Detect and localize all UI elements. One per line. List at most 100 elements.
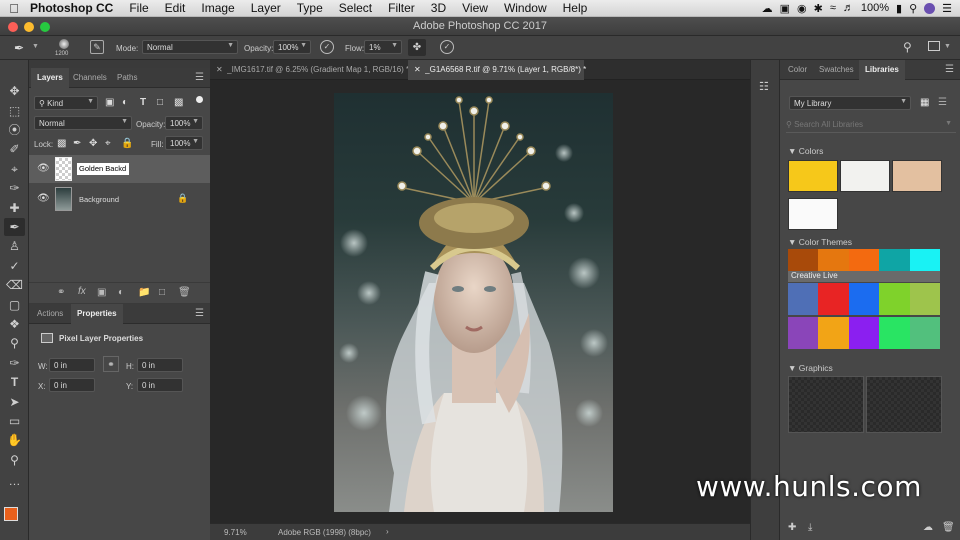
theme-color-swatch[interactable] <box>788 317 819 349</box>
trash-icon[interactable]: 🗑 <box>942 522 955 533</box>
library-select[interactable]: My Library ▼ <box>789 96 911 110</box>
user-avatar[interactable] <box>924 2 936 14</box>
status-chevron-right-icon[interactable]: › <box>386 527 389 536</box>
tab-color[interactable]: Color <box>782 60 813 80</box>
layer-filter-kind[interactable]: ⚲ Kind ▼ <box>34 96 98 110</box>
filter-pixel-icon[interactable]: ▣ <box>105 97 114 108</box>
menu-image[interactable]: Image <box>193 1 242 15</box>
cloud-sync-icon[interactable]: ☁ <box>923 522 933 533</box>
display-icon[interactable]: ▣ <box>780 2 790 15</box>
search-icon[interactable]: ⚲ <box>909 2 917 15</box>
fill-field[interactable]: 100% ▼ <box>165 136 203 150</box>
type-tool-icon[interactable]: T <box>4 373 25 391</box>
grid-view-icon[interactable]: ▦ <box>920 97 932 109</box>
theme-color-swatch[interactable] <box>879 317 910 349</box>
fx-icon[interactable]: fx <box>78 286 86 297</box>
crop-tool-icon[interactable]: ⌖ <box>4 160 25 178</box>
filter-toggle-icon[interactable] <box>196 96 203 103</box>
layer-row-background[interactable]: 👁 Background 🔒 <box>29 185 210 213</box>
cc-icon[interactable]: ☁ <box>762 2 773 15</box>
filter-adjustment-icon[interactable]: ◐ <box>122 97 128 108</box>
rectangle-tool-icon[interactable]: ▭ <box>4 412 25 430</box>
menu-window[interactable]: Window <box>496 1 555 15</box>
group-folder-icon[interactable]: 📁 <box>138 287 150 298</box>
tool-preset-chevron-icon[interactable]: ▼ <box>32 43 39 50</box>
menu-view[interactable]: View <box>454 1 496 15</box>
visibility-eye-icon[interactable]: 👁 <box>37 163 50 174</box>
bluetooth-icon[interactable]: ✱ <box>814 2 823 15</box>
dodge-tool-icon[interactable]: ⚲ <box>4 334 25 352</box>
filter-type-icon[interactable]: T <box>140 97 146 108</box>
lock-position-icon[interactable]: ✥ <box>89 138 97 149</box>
menu-app-name[interactable]: Photoshop CC <box>28 1 121 15</box>
theme-color-swatch[interactable] <box>909 283 940 315</box>
lock-all-icon[interactable]: 🔒 <box>121 138 133 149</box>
foreground-color-swatch[interactable] <box>4 507 18 521</box>
menu-list-icon[interactable]: ☰ <box>942 2 952 15</box>
menu-type[interactable]: Type <box>289 1 331 15</box>
link-dimensions-icon[interactable]: ⚭ <box>103 356 119 372</box>
pressure-opacity-icon[interactable]: ✓ <box>320 40 334 54</box>
menu-3d[interactable]: 3D <box>423 1 454 15</box>
document-tab-img1617[interactable]: ✕ _IMG1617.tif @ 6.25% (Gradient Map 1, … <box>210 60 412 80</box>
chevron-down-icon[interactable]: ▼ <box>944 43 951 50</box>
theme-color-swatch[interactable] <box>909 317 940 349</box>
more-tools-icon[interactable]: … <box>4 472 25 490</box>
trash-icon[interactable]: 🗑 <box>178 287 191 298</box>
graphics-section-header[interactable]: ▼ Graphics <box>788 363 833 373</box>
filter-smart-object-icon[interactable]: ▩ <box>174 97 183 108</box>
panel-menu-icon[interactable]: ☰ <box>945 64 954 75</box>
tab-channels[interactable]: Channels <box>67 68 113 88</box>
link-layers-icon[interactable]: ⚭ <box>57 287 65 298</box>
new-layer-icon[interactable]: □ <box>159 287 165 298</box>
menu-filter[interactable]: Filter <box>380 1 423 15</box>
wifi-icon[interactable]: ≈ <box>830 2 836 14</box>
path-select-tool-icon[interactable]: ➤ <box>4 393 25 411</box>
menu-file[interactable]: File <box>121 1 156 15</box>
tab-actions[interactable]: Actions <box>31 304 69 324</box>
visibility-eye-icon[interactable]: 👁 <box>37 193 50 204</box>
library-color-swatch[interactable] <box>892 160 942 192</box>
eyedropper-tool-icon[interactable]: ✑ <box>4 179 25 197</box>
close-icon[interactable]: ✕ <box>414 65 425 74</box>
menu-help[interactable]: Help <box>555 1 596 15</box>
search-icon[interactable]: ⚲ <box>903 40 912 54</box>
clone-stamp-tool-icon[interactable]: ♙ <box>4 237 25 255</box>
tab-swatches[interactable]: Swatches <box>813 60 860 80</box>
upload-icon[interactable]: ⤓ <box>808 522 812 533</box>
theme-color-swatch[interactable] <box>818 249 849 271</box>
width-field[interactable]: 0 in <box>49 358 95 372</box>
eraser-tool-icon[interactable]: ⌫ <box>4 276 25 294</box>
theme-color-swatch[interactable] <box>818 283 849 315</box>
lasso-tool-icon[interactable]: ⦿ <box>4 121 25 139</box>
workspace-icon[interactable] <box>928 41 940 51</box>
add-mask-icon[interactable]: ▣ <box>97 287 106 298</box>
marquee-tool-icon[interactable]: ⬚ <box>4 102 25 120</box>
theme-color-swatch[interactable] <box>879 283 910 315</box>
add-content-icon[interactable]: ✚ <box>788 522 796 533</box>
mode-select[interactable]: Normal ▼ <box>142 40 238 54</box>
tab-properties[interactable]: Properties <box>71 304 123 324</box>
theme-color-swatch[interactable] <box>879 249 910 271</box>
graphic-item[interactable] <box>866 376 942 433</box>
height-field[interactable]: 0 in <box>137 358 183 372</box>
flow-field[interactable]: 1% ▼ <box>364 40 402 54</box>
library-color-swatch[interactable] <box>788 160 838 192</box>
panel-menu-icon[interactable]: ☰ <box>195 72 204 83</box>
move-tool-icon[interactable]: ✥ <box>4 82 25 100</box>
library-color-swatch[interactable] <box>788 198 838 230</box>
layer-name-input[interactable]: Golden Backd <box>77 163 129 175</box>
menu-select[interactable]: Select <box>331 1 380 15</box>
x-field[interactable]: 0 in <box>49 378 95 392</box>
theme-color-swatch[interactable] <box>818 317 849 349</box>
zoom-level[interactable]: 9.71% <box>224 528 247 537</box>
menu-layer[interactable]: Layer <box>243 1 289 15</box>
airbrush-icon[interactable]: ✤ <box>408 39 426 56</box>
theme-color-swatch[interactable] <box>848 317 880 349</box>
opacity-field[interactable]: 100% ▼ <box>273 40 311 54</box>
zoom-tool-icon[interactable]: ⚲ <box>4 451 25 469</box>
library-search-field[interactable]: ⚲ Search All Libraries ▼ <box>786 117 956 133</box>
blur-tool-icon[interactable]: ❖ <box>4 315 25 333</box>
lock-transparent-icon[interactable]: ▩ <box>57 138 66 149</box>
tab-paths[interactable]: Paths <box>111 68 143 88</box>
